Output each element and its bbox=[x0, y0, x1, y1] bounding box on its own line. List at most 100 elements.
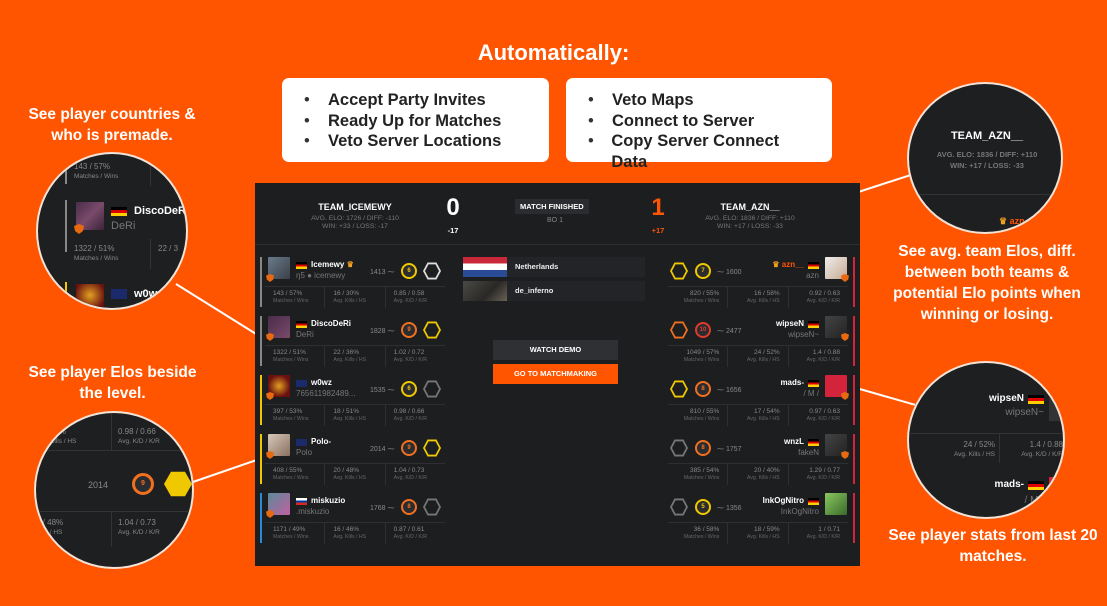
player-name-text: DiscoDeRi bbox=[311, 319, 352, 328]
stat-value: 24 / 52% bbox=[753, 349, 780, 356]
avatar[interactable] bbox=[825, 493, 847, 515]
stat-cell: 22 / 36% Avg. Kills / HS bbox=[325, 346, 386, 367]
server-location-row: Netherlands bbox=[463, 257, 645, 277]
bubble-player-nick: DeRi bbox=[111, 220, 136, 232]
stat-cell: 1171 / 49% Matches / Wins bbox=[265, 523, 326, 544]
bubble-stat: 24 / 52% bbox=[963, 440, 995, 449]
avatar bbox=[1049, 391, 1063, 421]
player-name[interactable]: wnzL bbox=[784, 437, 804, 446]
germany-flag-icon bbox=[808, 321, 819, 328]
stat-label: Avg. K/D / K/R bbox=[393, 474, 428, 481]
player-name-text: InkOgNitro bbox=[762, 496, 804, 505]
player-elo: 1768 ⁓ bbox=[370, 504, 395, 512]
caption-countries: See player countries & who is premade. bbox=[28, 106, 196, 144]
player-nickname: wipseN~ bbox=[788, 330, 819, 339]
stat-cell: 1322 / 51% Matches / Wins bbox=[265, 346, 326, 367]
trend-icon: ⁓ bbox=[717, 446, 724, 453]
feature-box-right: • Veto Maps • Connect to Server • Copy Server… bbox=[566, 78, 832, 171]
team1-win-loss: WIN: +33 / LOSS: -17 bbox=[322, 223, 388, 230]
feature-label: Veto Server Locations bbox=[328, 132, 502, 150]
feature-label: Accept Party Invites bbox=[328, 91, 486, 109]
watch-demo-button[interactable]: WATCH DEMO bbox=[493, 340, 618, 360]
trend-icon: ⁓ bbox=[717, 269, 724, 276]
player-card[interactable]: wnzL fakeN ⁓ 1757 8 385 / 54% Matches / Wins 2… bbox=[665, 431, 855, 488]
player-card[interactable]: mads- / M / ⁓ 1656 8 810 / 55% Matches / Wins… bbox=[665, 372, 855, 429]
stat-label: Matches / Wins bbox=[273, 533, 309, 540]
bubble-stat-label: Avg. K/D / K/R bbox=[1021, 451, 1063, 458]
bubble-stat: 1.04 / 0.73 bbox=[118, 518, 156, 527]
match-status: MATCH FINISHED bbox=[515, 199, 589, 214]
stat-cell: 17 / 54% Avg. Kills / HS bbox=[728, 405, 789, 426]
player-card[interactable]: DiscoDeRi DeRi 1828 ⁓ 9 1322 / 51% Matches / … bbox=[260, 313, 450, 370]
team1-score: 0 bbox=[446, 194, 460, 221]
trend-icon: ⁓ bbox=[717, 328, 724, 335]
player-name[interactable]: Polo- bbox=[311, 437, 331, 446]
premade-shield-icon bbox=[266, 510, 274, 518]
feature-label: Veto Maps bbox=[612, 91, 694, 109]
player-stats: 820 / 55% Matches / Wins 16 / 58% Avg. Kill… bbox=[668, 286, 848, 308]
stat-cell: 20 / 40% Avg. Kills / HS bbox=[728, 464, 789, 485]
stat-cell: 0.87 / 0.61 Avg. K/D / K/R bbox=[386, 523, 445, 544]
player-name[interactable]: w0wz bbox=[311, 378, 332, 387]
map-row: de_inferno bbox=[463, 281, 645, 301]
player-card[interactable]: InkOgNitro InkOgNitro ⁓ 1356 5 36 / 58% Match… bbox=[665, 490, 855, 547]
party-indicator bbox=[853, 493, 855, 543]
player-card[interactable]: ♛ azn__ azn ⁓ 1600 7 820 / 55% Matches / Wins… bbox=[665, 254, 855, 311]
player-name[interactable]: DiscoDeRi bbox=[311, 319, 351, 328]
player-stats: 143 / 57% Matches / Wins 16 / 30% Avg. Kill… bbox=[265, 286, 445, 308]
stat-cell: 143 / 57% Matches / Wins bbox=[265, 287, 326, 308]
russia-flag-icon bbox=[296, 498, 307, 505]
bubble-stat-label: Matches / Wins bbox=[74, 173, 119, 180]
player-name[interactable]: wipseN bbox=[776, 319, 804, 328]
rank-icon bbox=[670, 380, 688, 398]
player-name[interactable]: mads- bbox=[780, 378, 804, 387]
player-name[interactable]: miskuzio bbox=[311, 496, 345, 505]
match-format: BO 1 bbox=[547, 217, 563, 224]
player-name[interactable]: ♛ azn__ bbox=[772, 260, 804, 269]
stat-cell: 397 / 53% Matches / Wins bbox=[265, 405, 326, 426]
player-stats: 36 / 58% Matches / Wins 18 / 59% Avg. Kills… bbox=[668, 522, 848, 544]
stat-label: Avg. Kills / HS bbox=[333, 533, 367, 540]
player-nickname: Polo bbox=[296, 448, 313, 457]
germany-flag-icon bbox=[808, 380, 819, 387]
player-name[interactable]: InkOgNitro bbox=[763, 496, 804, 505]
premade-shield-icon bbox=[266, 451, 274, 459]
party-indicator bbox=[260, 493, 262, 543]
team1-elo-change: -17 bbox=[447, 226, 459, 235]
stat-cell: 408 / 55% Matches / Wins bbox=[265, 464, 326, 485]
stat-label: Matches / Wins bbox=[683, 474, 720, 481]
player-stats: 810 / 55% Matches / Wins 17 / 54% Avg. Kill… bbox=[668, 404, 848, 426]
bubble-player-name: DiscoDeRi bbox=[134, 205, 188, 217]
stat-label: Avg. K/D / K/R bbox=[806, 297, 840, 304]
go-to-matchmaking-button[interactable]: GO TO MATCHMAKING bbox=[493, 364, 618, 384]
rank-icon bbox=[164, 471, 192, 497]
player-card[interactable]: miskuzio .miskuzio 1768 ⁓ 8 1171 / 49% Matche… bbox=[260, 490, 450, 547]
avatar bbox=[76, 284, 104, 308]
uk-flag-icon bbox=[111, 289, 127, 299]
stat-cell: 820 / 55% Matches / Wins bbox=[668, 287, 729, 308]
connector-line bbox=[175, 283, 262, 338]
stat-label: Avg. Kills / HS bbox=[333, 474, 367, 481]
stat-cell: 1.04 / 0.73 Avg. K/D / K/R bbox=[386, 464, 445, 485]
bullet-icon: • bbox=[304, 91, 310, 109]
level-badge: 9 bbox=[132, 473, 154, 495]
elo-value: 1656 bbox=[725, 387, 742, 394]
player-card[interactable]: Icemewy ♛ ŋ5 ● icemewy 1413 ⁓ 6 143 / 57% Mat… bbox=[260, 254, 450, 311]
player-card[interactable]: w0wz 765611982489... 1535 ⁓ 6 397 / 53% Match… bbox=[260, 372, 450, 429]
rank-icon bbox=[423, 321, 441, 339]
premade-shield-icon bbox=[841, 451, 849, 459]
stat-value: 820 / 55% bbox=[690, 290, 720, 297]
zoom-bubble-elos: 51% Kills / HS 0.98 / 0.66 Avg. K/D / K/R … bbox=[34, 411, 194, 569]
crown-icon: ♛ bbox=[999, 216, 1008, 226]
stat-cell: 16 / 58% Avg. Kills / HS bbox=[728, 287, 789, 308]
stat-value: 22 / 36% bbox=[333, 349, 359, 356]
player-nickname: / M / bbox=[803, 389, 819, 398]
player-card[interactable]: wipseN wipseN~ ⁓ 2477 10 1049 / 57% Matches /… bbox=[665, 313, 855, 370]
stat-value: 16 / 46% bbox=[333, 526, 359, 533]
bullet-icon: • bbox=[588, 132, 594, 150]
player-card[interactable]: Polo- Polo 2014 ⁓ 9 408 / 55% Matches / Wins 2… bbox=[260, 431, 450, 488]
stat-cell: 36 / 58% Matches / Wins bbox=[668, 523, 729, 544]
stat-cell: 1 / 0.71 Avg. K/D / K/R bbox=[789, 523, 848, 544]
player-name[interactable]: Icemewy ♛ bbox=[311, 260, 354, 269]
elo-value: 1600 bbox=[725, 269, 742, 276]
